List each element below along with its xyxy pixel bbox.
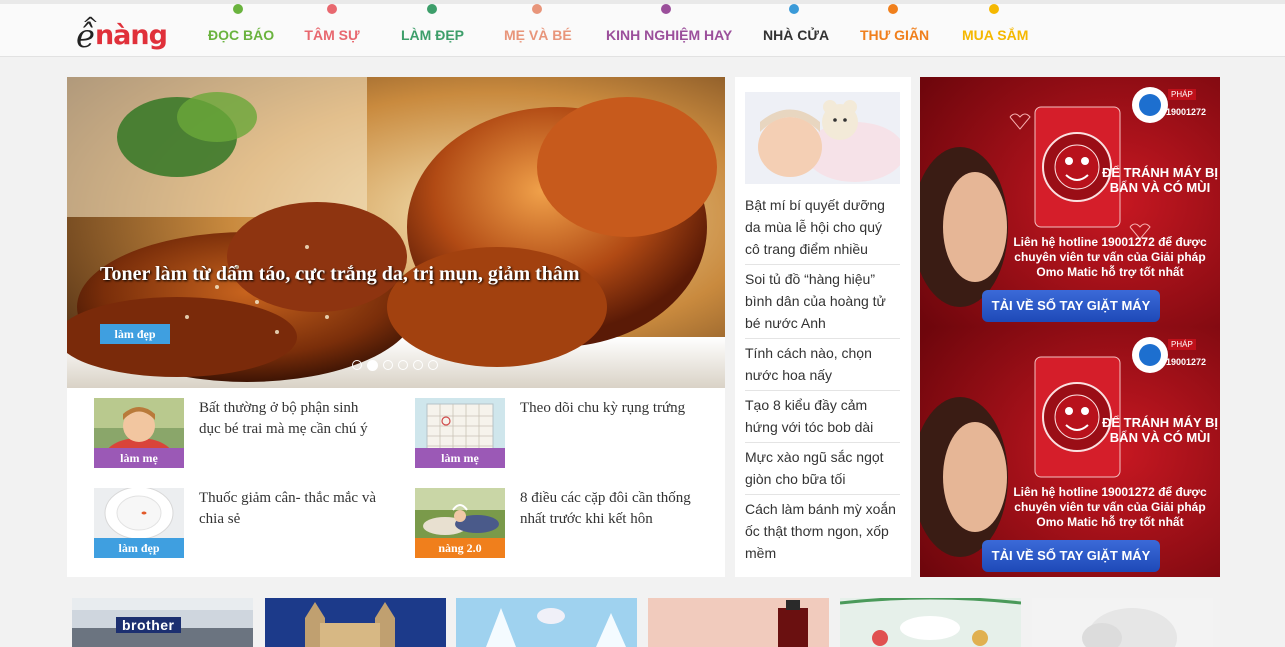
hero-slider[interactable]: Toner làm từ dấm táo, cực trắng da, trị … xyxy=(67,77,725,388)
article-title[interactable]: 8 điều các cặp đôi cần thống nhất trước … xyxy=(520,488,700,530)
ad-headline: ĐỂ TRÁNH MÁY BỊ BẨN VÀ CÓ MÙI xyxy=(1101,415,1219,445)
nav-dot-icon xyxy=(888,4,898,14)
article-category-tag[interactable]: nàng 2.0 xyxy=(415,538,505,558)
side-news-item[interactable]: Cách làm bánh mỳ xoắn ốc thật thơm ngon,… xyxy=(745,495,900,568)
article-category-tag[interactable]: làm mẹ xyxy=(415,448,505,468)
article-thumbnail[interactable]: làm mẹ xyxy=(94,398,184,468)
slider-dot[interactable] xyxy=(413,360,423,370)
nav-item[interactable]: ĐỌC BÁO xyxy=(208,4,274,61)
ad-phap-badge: PHÁP xyxy=(1168,89,1196,100)
bottom-thumbnail[interactable] xyxy=(456,598,637,647)
ad-download-button[interactable]: TẢI VỀ SỔ TAY GIẶT MÁY xyxy=(982,290,1160,322)
article-thumbnail[interactable]: làm mẹ xyxy=(415,398,505,468)
nav-dot-icon xyxy=(989,4,999,14)
slider-dots xyxy=(352,360,438,371)
article-title[interactable]: Thuốc giảm cân- thắc mắc và chia sẻ xyxy=(199,488,379,530)
slider-dot[interactable] xyxy=(367,360,378,371)
skin-care-photo xyxy=(648,598,829,647)
nav-dot-icon xyxy=(532,4,542,14)
ad-download-button[interactable]: TẢI VỀ SỔ TAY GIẶT MÁY xyxy=(982,540,1160,572)
side-news-item[interactable]: Mực xào ngũ sắc ngọt giòn cho bữa tối xyxy=(745,443,900,495)
side-thumbnail[interactable] xyxy=(745,92,900,184)
nav-dot-icon xyxy=(789,4,799,14)
slider-dot[interactable] xyxy=(383,360,393,370)
article-category-tag[interactable]: làm đẹp xyxy=(94,538,184,558)
ad-banner[interactable]: PHÁP 19001272 ĐỂ TRÁNH MÁY BỊ BẨN VÀ CÓ … xyxy=(920,77,1220,327)
ad-hotline-number: 19001272 xyxy=(1166,357,1207,367)
nav-dot-icon xyxy=(427,4,437,14)
bottom-thumbnail[interactable] xyxy=(840,598,1021,647)
article-thumbnail[interactable]: làm đẹp xyxy=(94,488,184,558)
site-logo[interactable]: ê nàng xyxy=(76,8,168,52)
side-news-list: Bật mí bí quyết dưỡng da mùa lễ hội cho … xyxy=(745,191,900,568)
article-item[interactable]: làm mẹ Theo dõi chu kỳ rụng trứng xyxy=(415,398,715,468)
slider-dot[interactable] xyxy=(428,360,438,370)
winter-display-photo xyxy=(456,598,637,647)
brother-logo: brother xyxy=(116,617,181,633)
nav-item[interactable]: NHÀ CỬA xyxy=(763,4,829,61)
article-item[interactable]: làm mẹ Bất thường ở bộ phận sinh dục bé … xyxy=(94,398,394,468)
ad-headline: ĐỂ TRÁNH MÁY BỊ BẨN VÀ CÓ MÙI xyxy=(1101,165,1219,195)
ad-hotline-number: 19001272 xyxy=(1166,107,1207,117)
nav-dot-icon xyxy=(661,4,671,14)
article-item[interactable]: nàng 2.0 8 điều các cặp đôi cần thống nh… xyxy=(415,488,715,558)
article-title[interactable]: Bất thường ở bộ phận sinh dục bé trai mà… xyxy=(199,398,379,440)
bottom-thumbnail-row: brother xyxy=(72,598,1214,647)
baby-towel-photo xyxy=(1032,598,1213,647)
ad-contact-text: Liên hệ hotline 19001272 để được chuyên … xyxy=(1013,485,1207,529)
nav-item[interactable]: MẸ VÀ BÉ xyxy=(504,4,572,61)
cathedral-night-photo xyxy=(265,598,446,647)
site-header: ê nàng ĐỌC BÁOTÂM SỰLÀM ĐẸPMẸ VÀ BÉKINH … xyxy=(0,0,1285,57)
ad-contact-text: Liên hệ hotline 19001272 để được chuyên … xyxy=(1013,235,1207,279)
hero-category-tag[interactable]: làm đẹp xyxy=(100,324,170,344)
article-category-tag[interactable]: làm mẹ xyxy=(94,448,184,468)
article-thumbnail[interactable]: nàng 2.0 xyxy=(415,488,505,558)
nav-item[interactable]: KINH NGHIỆM HAY xyxy=(606,4,732,61)
side-news-item[interactable]: Bật mí bí quyết dưỡng da mùa lễ hội cho … xyxy=(745,191,900,265)
logo-text: nàng xyxy=(94,20,168,51)
slider-dot[interactable] xyxy=(352,360,362,370)
bottom-thumbnail[interactable] xyxy=(1032,598,1213,647)
bottom-thumbnail[interactable] xyxy=(265,598,446,647)
bottom-thumbnail[interactable] xyxy=(648,598,829,647)
sleeping-baby-photo xyxy=(745,92,900,184)
side-news-panel: Bật mí bí quyết dưỡng da mùa lễ hội cho … xyxy=(735,77,911,577)
article-title[interactable]: Theo dõi chu kỳ rụng trứng xyxy=(520,398,700,419)
logo-e: ê xyxy=(76,8,99,52)
hero-title[interactable]: Toner làm từ dấm táo, cực trắng da, trị … xyxy=(100,263,580,286)
slider-dot[interactable] xyxy=(398,360,408,370)
nav-item[interactable]: MUA SẮM xyxy=(962,4,1028,61)
omo-advertisement[interactable]: PHÁP 19001272 ĐỂ TRÁNH MÁY BỊ BẨN VÀ CÓ … xyxy=(920,77,1220,577)
side-news-item[interactable]: Tính cách nào, chọn nước hoa nấy xyxy=(745,339,900,391)
article-item[interactable]: làm đẹp Thuốc giảm cân- thắc mắc và chia… xyxy=(94,488,394,558)
christmas-event-photo xyxy=(840,598,1021,647)
nav-item[interactable]: THƯ GIÃN xyxy=(860,4,929,61)
nav-item[interactable]: TÂM SỰ xyxy=(303,4,361,61)
bottom-thumbnail[interactable]: brother xyxy=(72,598,253,647)
ad-phap-badge: PHÁP xyxy=(1168,339,1196,350)
side-news-item[interactable]: Tạo 8 kiểu đầy cảm hứng với tóc bob dài xyxy=(745,391,900,443)
ad-banner[interactable]: PHÁP 19001272 ĐỂ TRÁNH MÁY BỊ BẨN VÀ CÓ … xyxy=(920,327,1220,577)
nav-dot-icon xyxy=(327,4,337,14)
side-news-item[interactable]: Soi tủ đồ “hàng hiệu” bình dân của hoàng… xyxy=(745,265,900,339)
featured-panel: Toner làm từ dấm táo, cực trắng da, trị … xyxy=(67,77,725,577)
nav-item[interactable]: LÀM ĐẸP xyxy=(401,4,464,61)
nav-dot-icon xyxy=(233,4,243,14)
